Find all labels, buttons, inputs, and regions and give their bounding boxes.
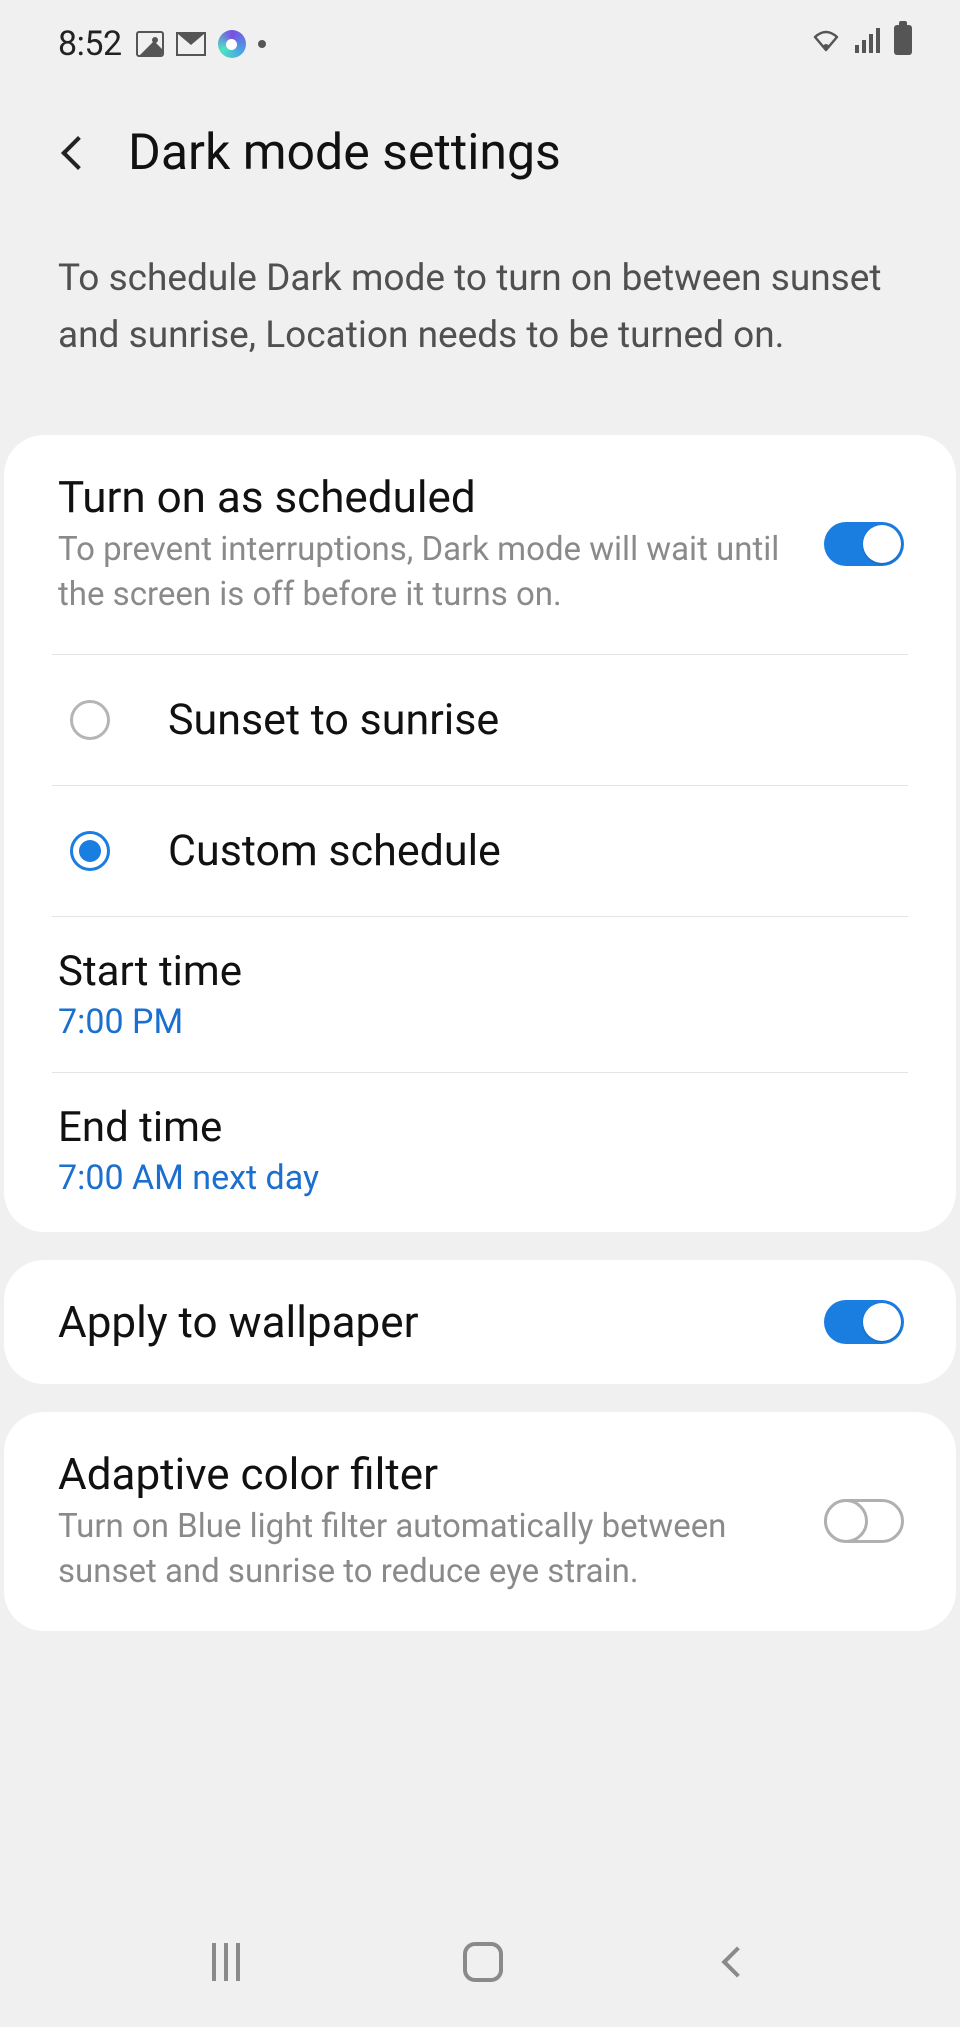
adaptive-card: Adaptive color filter Turn on Blue light… xyxy=(4,1412,956,1631)
turn-on-scheduled-label: Turn on as scheduled xyxy=(58,471,804,523)
apply-wallpaper-toggle[interactable] xyxy=(824,1300,904,1344)
end-time-value: 7:00 AM next day xyxy=(58,1158,319,1198)
end-time-label: End time xyxy=(58,1103,222,1152)
start-time-row[interactable]: Start time 7:00 PM xyxy=(4,917,956,1072)
wallpaper-card: Apply to wallpaper xyxy=(4,1260,956,1384)
app-notif-icon xyxy=(218,30,246,58)
option-custom-row[interactable]: Custom schedule xyxy=(4,786,956,916)
adaptive-filter-row[interactable]: Adaptive color filter Turn on Blue light… xyxy=(4,1412,956,1631)
signal-icon xyxy=(855,27,880,53)
page-title: Dark mode settings xyxy=(128,124,561,182)
page-header: Dark mode settings xyxy=(0,74,960,202)
nav-back-icon[interactable] xyxy=(722,1946,753,1977)
radio-icon[interactable] xyxy=(70,700,110,740)
battery-icon xyxy=(894,25,912,55)
more-notif-icon xyxy=(258,40,266,48)
option-sunset-row[interactable]: Sunset to sunrise xyxy=(4,655,956,785)
gmail-notif-icon xyxy=(176,32,206,56)
back-icon[interactable] xyxy=(61,136,95,170)
system-nav-bar xyxy=(0,1917,960,2027)
end-time-row[interactable]: End time 7:00 AM next day xyxy=(4,1073,956,1232)
option-custom-label: Custom schedule xyxy=(168,826,501,876)
start-time-value: 7:00 PM xyxy=(58,1002,183,1042)
adaptive-filter-label: Adaptive color filter xyxy=(58,1448,804,1500)
apply-wallpaper-row[interactable]: Apply to wallpaper xyxy=(4,1260,956,1384)
adaptive-filter-sub: Turn on Blue light filter automatically … xyxy=(58,1504,804,1595)
gallery-notif-icon xyxy=(136,31,164,57)
nav-recent-icon[interactable] xyxy=(212,1943,240,1981)
option-sunset-label: Sunset to sunrise xyxy=(168,695,499,745)
wifi-icon xyxy=(811,27,841,53)
turn-on-scheduled-row[interactable]: Turn on as scheduled To prevent interrup… xyxy=(4,435,956,654)
status-clock: 8:52 xyxy=(58,24,122,64)
turn-on-scheduled-sub: To prevent interruptions, Dark mode will… xyxy=(58,527,804,618)
turn-on-scheduled-toggle[interactable] xyxy=(824,522,904,566)
adaptive-filter-toggle[interactable] xyxy=(824,1499,904,1543)
radio-icon[interactable] xyxy=(70,831,110,871)
status-bar: 8:52 xyxy=(0,0,960,74)
nav-home-icon[interactable] xyxy=(463,1942,503,1982)
start-time-label: Start time xyxy=(58,947,242,996)
apply-wallpaper-label: Apply to wallpaper xyxy=(58,1296,804,1348)
schedule-description: To schedule Dark mode to turn on between… xyxy=(0,202,960,435)
schedule-card: Turn on as scheduled To prevent interrup… xyxy=(4,435,956,1232)
